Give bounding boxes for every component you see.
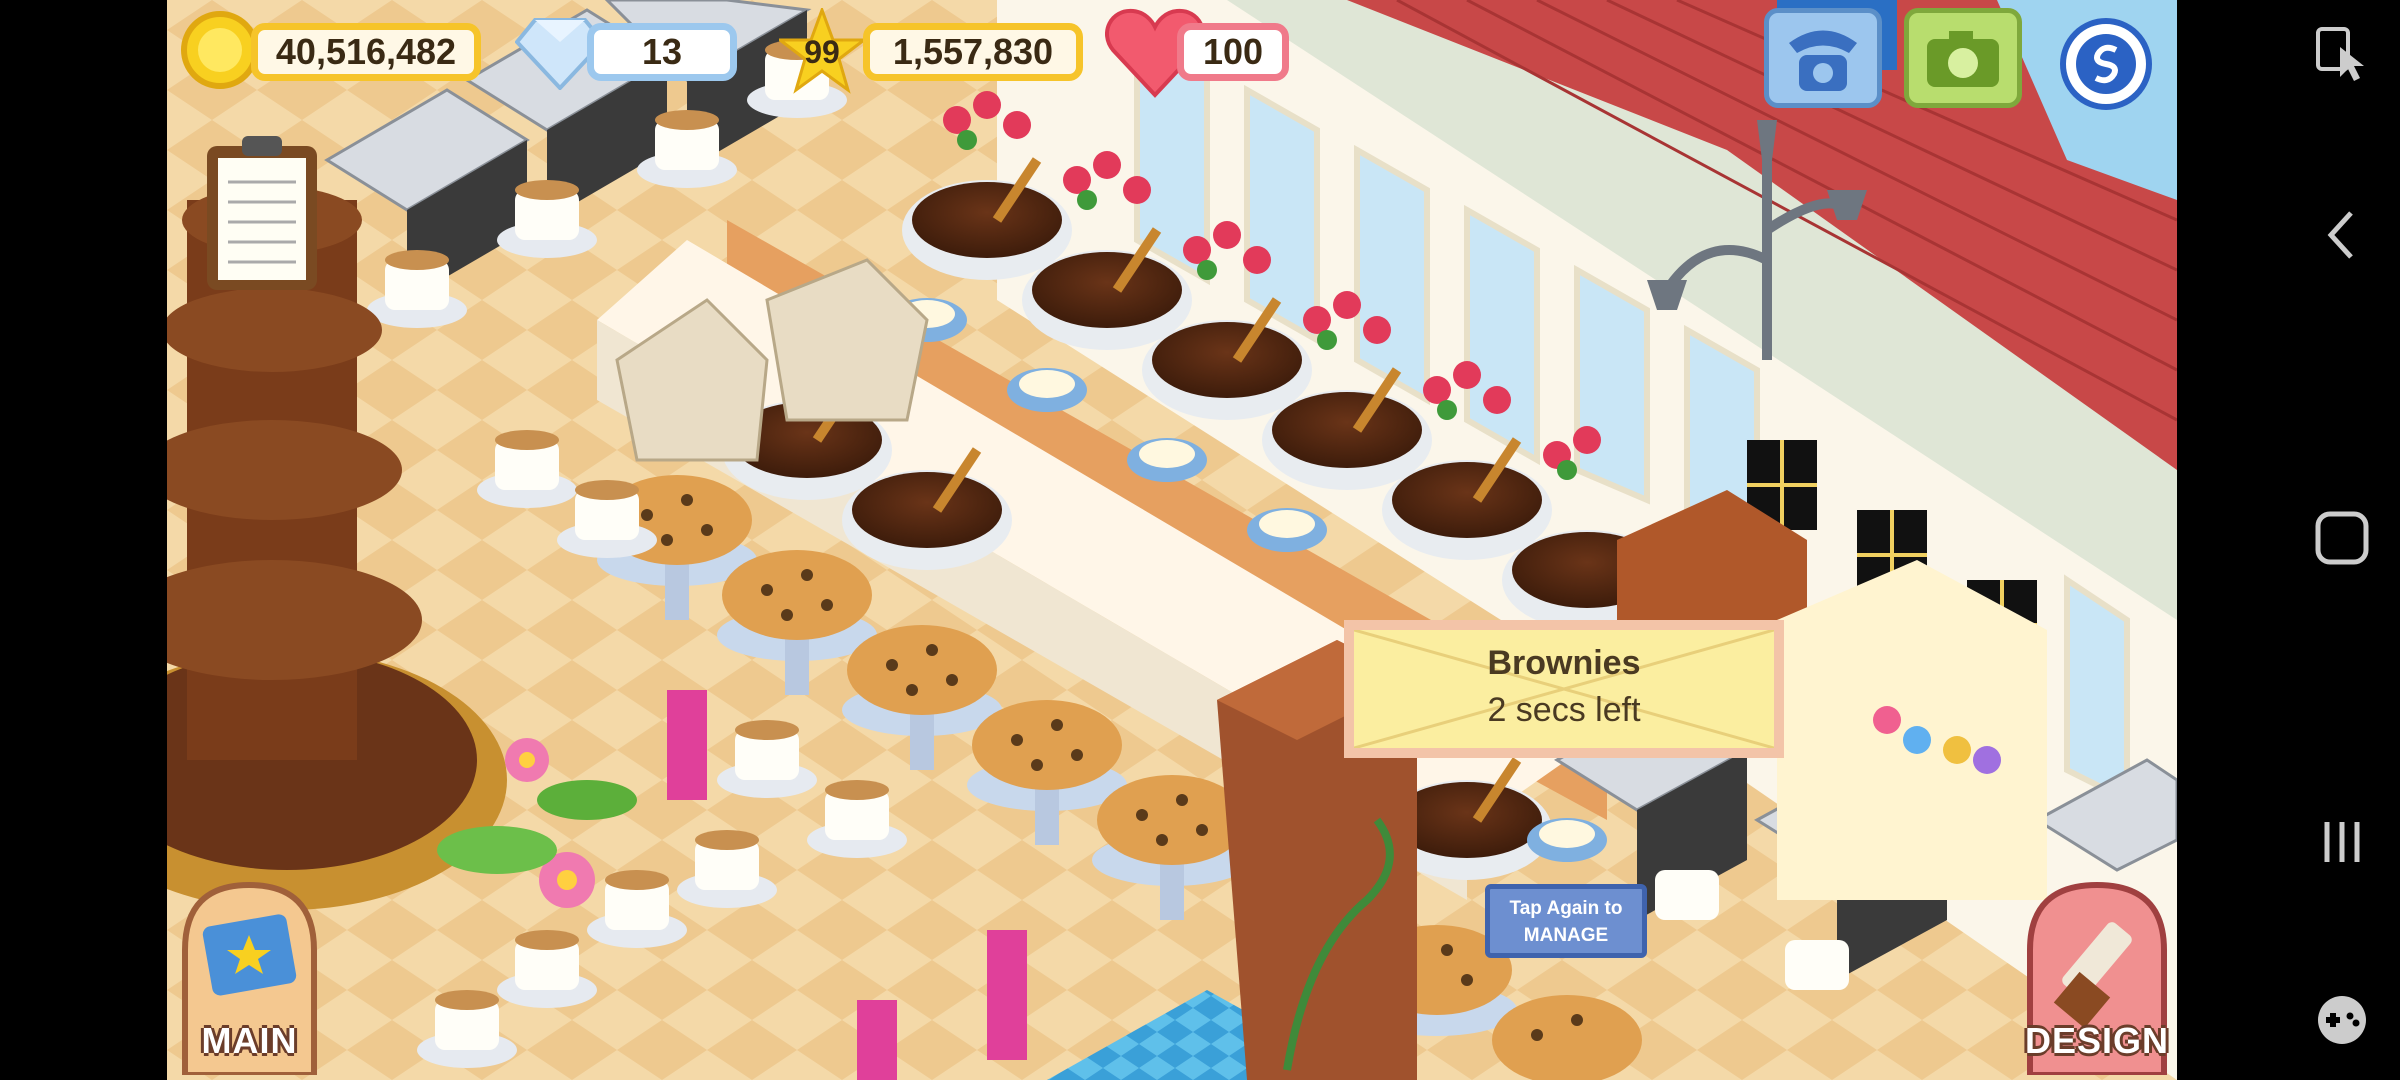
- game-launcher-button[interactable]: [2312, 990, 2372, 1050]
- manage-tag[interactable]: Tap Again to MANAGE: [1485, 884, 1647, 958]
- camera-icon: [1927, 31, 1999, 87]
- dish-tooltip: Brownies 2 secs left: [1344, 620, 1784, 758]
- coins-counter: 40,516,482: [251, 23, 481, 81]
- design-button-label: DESIGN: [2024, 1020, 2170, 1061]
- home-icon: [2315, 511, 2369, 565]
- pointer-icon: [2316, 27, 2364, 81]
- level-value: 99: [804, 34, 840, 70]
- phone-icon: [1789, 30, 1857, 91]
- main-button-label: MAIN: [201, 1020, 298, 1061]
- accessibility-shortcut-button[interactable]: [2312, 25, 2372, 85]
- design-button[interactable]: DESIGN: [2022, 880, 2172, 1078]
- back-icon: [2327, 211, 2353, 259]
- manage-tag-line1: Tap Again to: [1509, 898, 1623, 919]
- recents-icon: [2324, 822, 2360, 862]
- game-viewport[interactable]: 40,516,482 13 99 1,557,830 100 Brownies: [167, 0, 2177, 1080]
- phone-button[interactable]: [1764, 8, 1882, 108]
- gamepad-icon: [2318, 996, 2366, 1044]
- home-button[interactable]: [2312, 508, 2372, 568]
- tooltip-time-left: 2 secs left: [1487, 691, 1641, 729]
- main-button[interactable]: MAIN: [177, 880, 322, 1078]
- social-button[interactable]: [2060, 18, 2152, 110]
- restaurant-scene[interactable]: [167, 0, 2177, 1080]
- xp-value: 1,557,830: [892, 31, 1054, 72]
- coins-value: 40,516,482: [275, 31, 457, 72]
- hearts-value: 100: [1202, 31, 1264, 72]
- system-nav-bar: [2177, 0, 2400, 1080]
- social-icon: [2076, 34, 2136, 94]
- coin-icon: [180, 10, 260, 90]
- clipboard-button[interactable]: [202, 132, 322, 294]
- manage-tag-line2: MANAGE: [1523, 925, 1609, 946]
- back-button[interactable]: [2317, 205, 2367, 265]
- camera-button[interactable]: [1904, 8, 2022, 108]
- tooltip-title: Brownies: [1487, 644, 1641, 682]
- xp-counter: 1,557,830: [863, 23, 1083, 81]
- gems-counter: 13: [587, 23, 737, 81]
- hearts-counter: 100: [1177, 23, 1289, 81]
- recents-button[interactable]: [2317, 812, 2367, 872]
- gems-value: 13: [641, 31, 683, 72]
- clipboard-icon: [207, 136, 317, 290]
